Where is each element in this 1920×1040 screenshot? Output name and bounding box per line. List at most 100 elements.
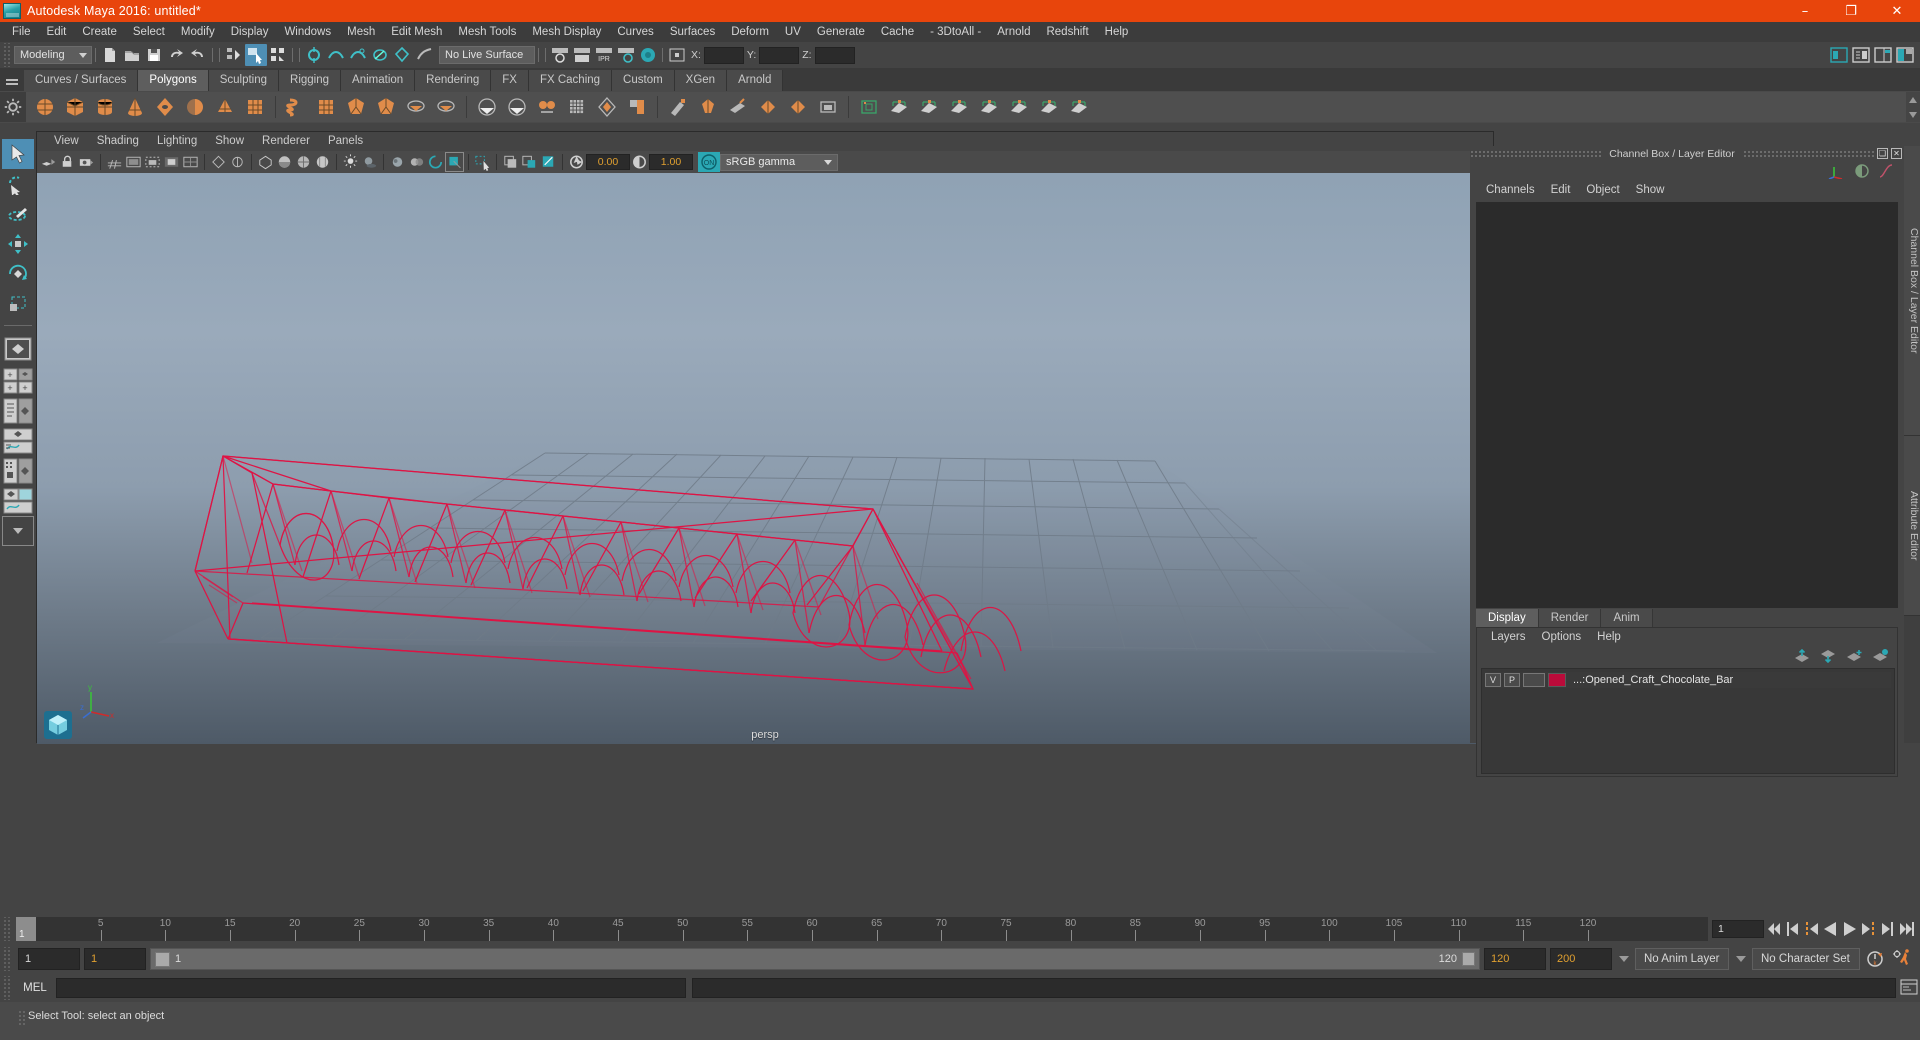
go-to-start-button[interactable]: [1764, 918, 1783, 940]
shelf-options-gear-icon[interactable]: [0, 92, 26, 122]
close-panel-button[interactable]: ✕: [1891, 148, 1902, 159]
time-slider-cursor[interactable]: 1: [16, 917, 36, 941]
step-back-keyframe-button[interactable]: [1783, 918, 1802, 940]
anim-layer-select[interactable]: No Anim Layer: [1635, 948, 1729, 970]
shelf-tab-fx[interactable]: FX: [491, 70, 529, 91]
safe-action-icon[interactable]: [209, 152, 228, 172]
viewport-3d-canvas[interactable]: y x z persp: [37, 173, 1493, 744]
viewport-menu-panels[interactable]: Panels: [319, 132, 372, 151]
menu-display[interactable]: Display: [223, 22, 277, 42]
poly-extrude-icon[interactable]: [562, 93, 592, 121]
more-layouts[interactable]: [2, 516, 34, 546]
redo-icon[interactable]: [187, 44, 209, 66]
channel-menu-show[interactable]: Show: [1628, 181, 1673, 200]
current-frame-input[interactable]: 1: [1712, 920, 1764, 938]
menu-file[interactable]: File: [4, 22, 39, 42]
menuset-select[interactable]: Modeling: [14, 46, 92, 64]
menu-deform[interactable]: Deform: [723, 22, 777, 42]
viewport-menu-renderer[interactable]: Renderer: [253, 132, 319, 151]
chevron-down-icon[interactable]: [1908, 111, 1918, 119]
range-slider-grip[interactable]: [2, 947, 12, 971]
snap-to-projected-center-icon[interactable]: [369, 44, 391, 66]
time-slider-track[interactable]: 1 5 10 15 20 25 30 35 40 45 50 55 60 65 70 75 80 85 90 95 1…: [16, 917, 1708, 941]
move-layer-down-icon[interactable]: [1820, 649, 1837, 663]
layer-shading-toggle[interactable]: [1523, 673, 1545, 687]
save-scene-icon[interactable]: [143, 44, 165, 66]
shadows-icon[interactable]: [360, 152, 379, 172]
menu-generate[interactable]: Generate: [809, 22, 873, 42]
new-scene-icon[interactable]: [99, 44, 121, 66]
minimize-button[interactable]: –: [1782, 0, 1828, 22]
uv-unfold-icon[interactable]: [1004, 93, 1034, 121]
snap-to-grid-icon[interactable]: [303, 44, 325, 66]
viewport-menu-lighting[interactable]: Lighting: [148, 132, 206, 151]
help-line-grip[interactable]: [18, 1010, 27, 1026]
poly-bevel-icon[interactable]: [532, 93, 562, 121]
range-bar-left-handle[interactable]: [155, 951, 170, 967]
channel-box-sphere-icon[interactable]: [1854, 163, 1870, 179]
shelf-tab-curves-surfaces[interactable]: Curves / Surfaces: [24, 70, 139, 91]
poly-cube-icon[interactable]: [60, 93, 90, 121]
motion-blur-icon[interactable]: [407, 152, 426, 172]
xray-joints-icon[interactable]: [501, 152, 520, 172]
poly-sculpt-icon[interactable]: [663, 93, 693, 121]
uv-planar-icon[interactable]: [884, 93, 914, 121]
menu-mesh-display[interactable]: Mesh Display: [524, 22, 609, 42]
poly-booleans-icon[interactable]: [472, 93, 502, 121]
menu-edit-mesh[interactable]: Edit Mesh: [383, 22, 450, 42]
animation-preferences-icon[interactable]: [1890, 948, 1914, 970]
safe-title-icon[interactable]: [228, 152, 247, 172]
menu-mesh-tools[interactable]: Mesh Tools: [450, 22, 524, 42]
gate-mask-icon[interactable]: [162, 152, 181, 172]
shelf-tab-xgen[interactable]: XGen: [674, 70, 728, 91]
shelf-tab-rendering[interactable]: Rendering: [415, 70, 492, 91]
channel-menu-channels[interactable]: Channels: [1478, 181, 1543, 200]
render-current-frame-icon[interactable]: [571, 44, 593, 66]
range-bar[interactable]: 1 120: [150, 948, 1480, 970]
poly-soccer-ball-icon[interactable]: [341, 93, 371, 121]
viewport-menu-view[interactable]: View: [45, 132, 88, 151]
scale-tool[interactable]: [2, 289, 34, 319]
menu-select[interactable]: Select: [125, 22, 173, 42]
view-transform-toggle-icon[interactable]: [539, 152, 558, 172]
poly-append-icon[interactable]: [622, 93, 652, 121]
vtab-channel-box[interactable]: Channel Box / Layer Editor: [1904, 146, 1920, 436]
shelf-tab-polygons[interactable]: Polygons: [138, 70, 209, 91]
menu-3dtoall[interactable]: - 3DtoAll -: [922, 22, 989, 42]
poly-plane-icon[interactable]: [180, 93, 210, 121]
outliner-persp-layout[interactable]: [2, 396, 34, 426]
persp-graph-outliner-layout[interactable]: [2, 486, 34, 516]
poly-combine-icon[interactable]: [401, 93, 431, 121]
poly-pipe-icon[interactable]: [311, 93, 341, 121]
layer-playback-toggle[interactable]: P: [1504, 673, 1520, 687]
textured-icon[interactable]: [313, 152, 332, 172]
uv-cut-icon[interactable]: [1064, 93, 1094, 121]
multisample-icon[interactable]: [426, 152, 445, 172]
poly-cone-icon[interactable]: [120, 93, 150, 121]
lasso-select-tool[interactable]: [2, 169, 34, 199]
gamma-icon[interactable]: [630, 152, 649, 172]
close-button[interactable]: ✕: [1874, 0, 1920, 22]
range-end-input[interactable]: 120: [1484, 948, 1546, 970]
poly-quad-draw-icon[interactable]: [693, 93, 723, 121]
isolate-select-icon[interactable]: [445, 152, 464, 172]
undo-icon[interactable]: [165, 44, 187, 66]
snap-to-curve-icon[interactable]: [325, 44, 347, 66]
step-forward-frame-button[interactable]: [1859, 918, 1878, 940]
paint-select-tool[interactable]: [2, 199, 34, 229]
menu-create[interactable]: Create: [74, 22, 125, 42]
uv-automatic-icon[interactable]: [974, 93, 1004, 121]
anim-end-input[interactable]: 200: [1550, 948, 1612, 970]
uv-editor-icon[interactable]: [854, 93, 884, 121]
character-set-select[interactable]: No Character Set: [1752, 948, 1860, 970]
open-channel-box-icon[interactable]: [1872, 44, 1894, 66]
menu-help[interactable]: Help: [1097, 22, 1137, 42]
poly-platonic-icon[interactable]: [371, 93, 401, 121]
poly-helix-icon[interactable]: [281, 93, 311, 121]
chevron-up-icon[interactable]: [1908, 96, 1918, 104]
rotate-tool[interactable]: [2, 259, 34, 289]
move-tool[interactable]: [2, 229, 34, 259]
four-view-layout[interactable]: + + +: [2, 366, 34, 396]
select-camera-icon[interactable]: [39, 152, 58, 172]
poly-smooth-icon[interactable]: [502, 93, 532, 121]
